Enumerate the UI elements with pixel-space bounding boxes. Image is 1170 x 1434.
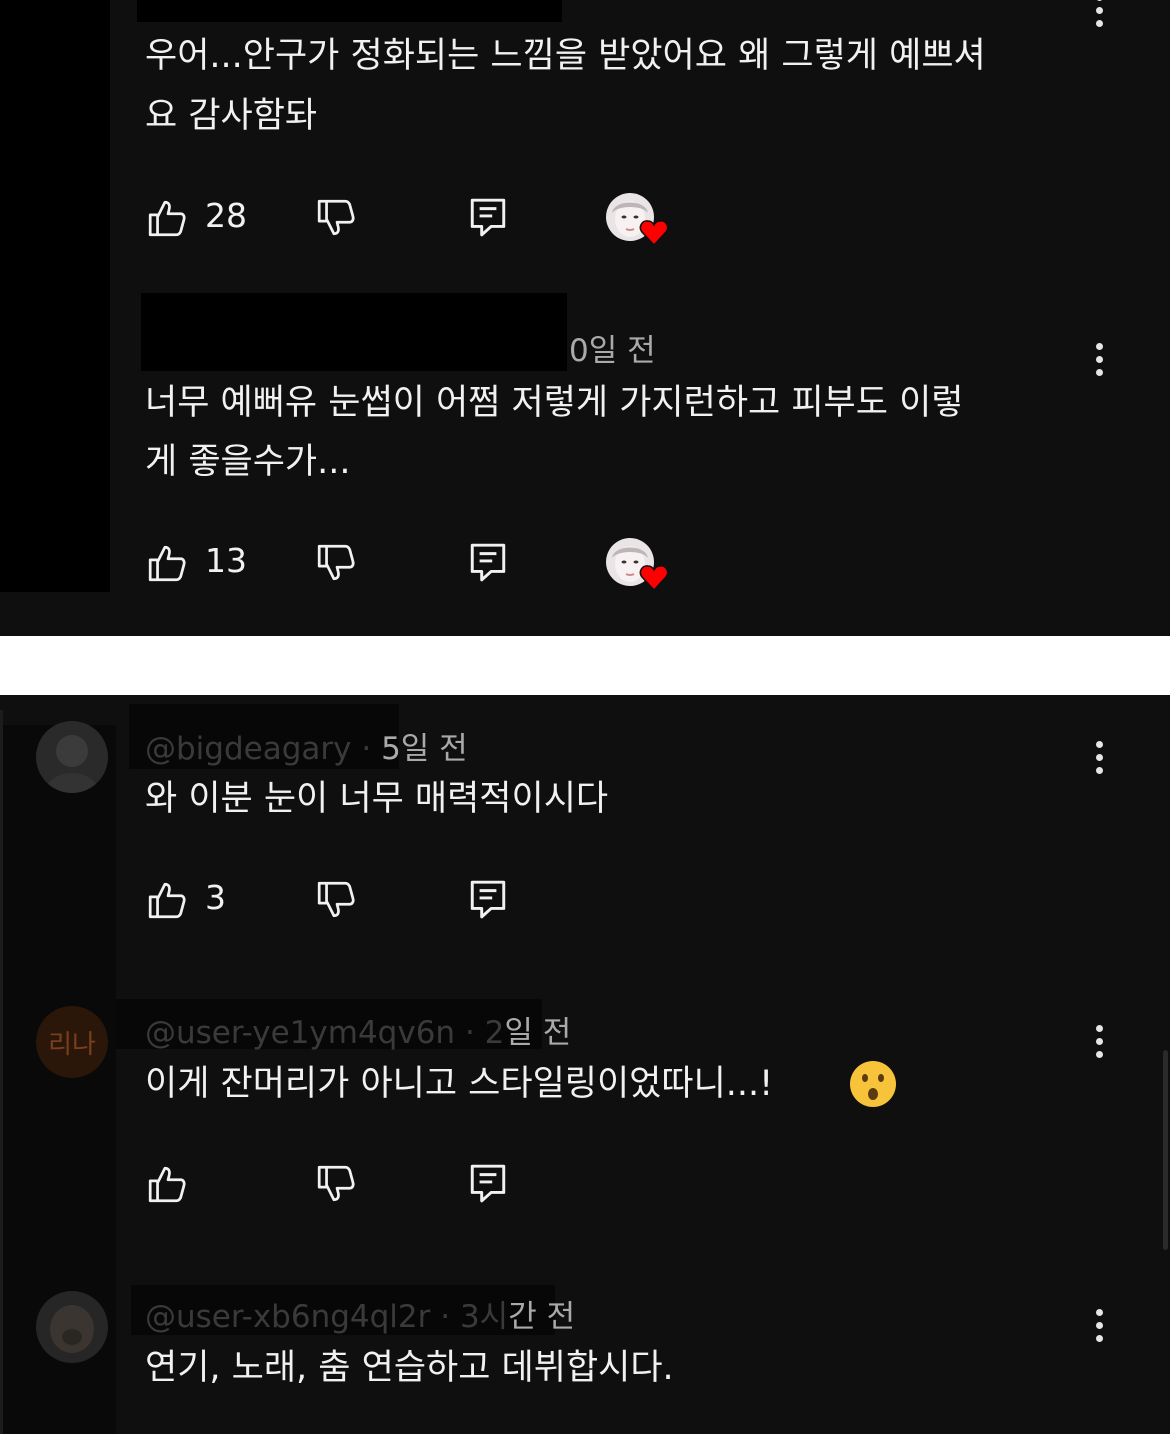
more-options-icon[interactable]: [1093, 1025, 1105, 1064]
username[interactable]: @bigdeagary: [145, 731, 351, 767]
thumbs-up-icon[interactable]: [146, 197, 188, 239]
avatar-initials: 리나: [48, 1029, 96, 1060]
timestamp-hidden-part: 3시: [459, 1299, 509, 1335]
more-options-icon[interactable]: [1093, 741, 1105, 780]
thumbs-down-icon[interactable]: [315, 197, 357, 239]
meta-separator: ·: [361, 731, 372, 767]
reply-icon[interactable]: [467, 541, 509, 583]
meta-separator: ·: [464, 1015, 475, 1051]
reply-icon[interactable]: [467, 196, 509, 238]
reply-icon[interactable]: [467, 878, 509, 920]
thumbs-down-icon[interactable]: [315, 879, 357, 921]
comment-text-line: 우어...안구가 정화되는 느낌을 받았어요 왜 그렇게 예쁘셔: [145, 36, 986, 76]
scrollbar-thumb[interactable]: [1163, 1050, 1168, 1250]
redacted-username: [141, 293, 567, 371]
username[interactable]: @user-ye1ym4qv6n: [145, 1015, 455, 1051]
user-avatar[interactable]: [36, 721, 108, 793]
redacted-username: [137, 0, 562, 22]
comment-text: 와 이분 눈이 너무 매력적이시다: [145, 779, 609, 819]
more-options-icon[interactable]: [1093, 1309, 1105, 1348]
dog-avatar-icon: [50, 1305, 94, 1353]
more-options-icon[interactable]: [1093, 343, 1105, 382]
user-avatar[interactable]: [36, 1291, 108, 1363]
comment-timestamp: 간 전: [508, 1299, 576, 1335]
left-redaction-bar: [0, 0, 110, 592]
thumbs-up-icon[interactable]: [146, 542, 188, 584]
more-options-icon[interactable]: [1093, 0, 1105, 33]
comment-timestamp: 0일 전: [569, 333, 656, 369]
avatar-image-icon: [46, 735, 98, 793]
user-avatar[interactable]: 리나: [36, 1006, 108, 1078]
comment-meta: @bigdeagary · 5일 전: [145, 723, 468, 768]
thumbs-up-icon[interactable]: [146, 1163, 188, 1205]
creator-heart-icon: [639, 565, 669, 592]
like-count: 3: [205, 878, 226, 917]
reply-icon[interactable]: [467, 1162, 509, 1204]
meta-separator: ·: [440, 1299, 451, 1335]
creator-heart-icon: [639, 220, 669, 247]
like-count: 13: [205, 541, 247, 580]
hushed-face-icon: [850, 1061, 896, 1107]
comment-meta: @user-xb6ng4ql2r · 3시간 전: [145, 1291, 575, 1336]
comment-timestamp: 5일 전: [381, 731, 468, 767]
username[interactable]: @user-xb6ng4ql2r: [145, 1299, 430, 1335]
comment-timestamp: 일 전: [504, 1015, 572, 1051]
comment-text: 연기, 노래, 춤 연습하고 데뷔합시다.: [145, 1348, 674, 1388]
comment-text-line: 너무 예뻐유 눈썹이 어쩜 저렇게 가지런하고 피부도 이렇: [145, 383, 964, 423]
comment-text: 이게 잔머리가 아니고 스타일링이었따니...!: [145, 1064, 774, 1104]
comment-meta: @user-ye1ym4qv6n · 2일 전: [145, 1007, 571, 1052]
thumbs-down-icon[interactable]: [315, 1163, 357, 1205]
comment-text-line: 요 감사함돠: [145, 96, 318, 136]
like-count: 28: [205, 196, 247, 235]
thumbs-down-icon[interactable]: [315, 542, 357, 584]
comment-text-line: 게 좋을수가...: [145, 442, 351, 482]
timestamp-hidden-part: 2: [484, 1015, 505, 1051]
comments-panel-bottom: @bigdeagary · 5일 전 와 이분 눈이 너무 매력적이시다 3 리…: [0, 695, 1170, 1434]
comments-panel-top: 우어...안구가 정화되는 느낌을 받았어요 왜 그렇게 예쁘셔 요 감사함돠 …: [0, 0, 1170, 636]
thumbs-up-icon[interactable]: [146, 879, 188, 921]
